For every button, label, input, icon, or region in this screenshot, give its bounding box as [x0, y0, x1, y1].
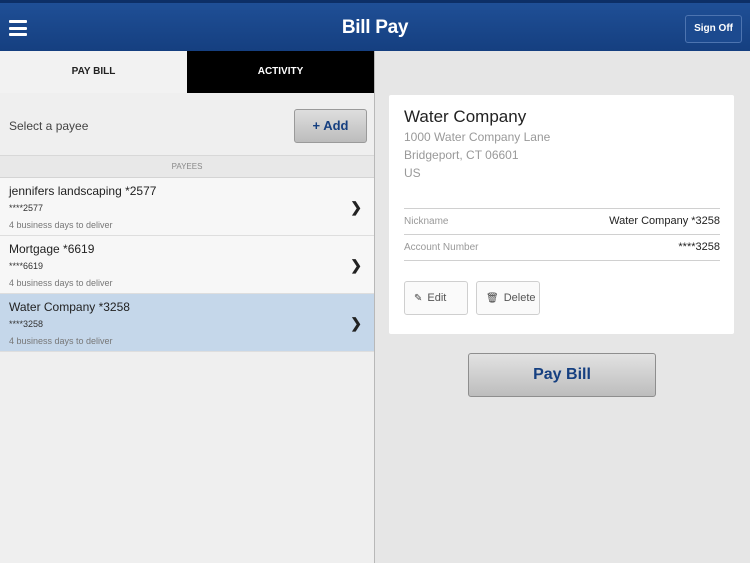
payee-account: ****2577 — [9, 203, 44, 213]
chevron-right-icon: ❯ — [350, 257, 362, 273]
payee-detail-panel: Water Company 1000 Water Company Lane Br… — [376, 51, 750, 563]
delete-label: Delete — [503, 292, 536, 304]
page-title: Bill Pay — [341, 17, 409, 38]
trash-icon: 🗑 — [486, 293, 499, 304]
select-payee-row: Select a payee + Add — [0, 93, 374, 156]
address-line-3: US — [404, 166, 421, 180]
app-header: Bill Pay Sign Off — [0, 0, 750, 51]
account-number-row: Account Number ****3258 — [404, 234, 720, 260]
add-payee-button[interactable]: + Add — [294, 109, 367, 143]
sign-off-button[interactable]: Sign Off — [685, 15, 742, 43]
payees-section-header: PAYEES — [0, 156, 374, 178]
tab-activity[interactable]: ACTIVITY — [187, 51, 374, 93]
payee-delivery: 4 business days to deliver — [9, 336, 113, 346]
payee-delivery: 4 business days to deliver — [9, 220, 113, 230]
payee-account: ****3258 — [9, 319, 44, 329]
chevron-right-icon: ❯ — [350, 315, 362, 331]
payee-detail-card: Water Company 1000 Water Company Lane Br… — [389, 95, 734, 334]
nickname-value: Water Company *3258 — [609, 215, 720, 227]
payee-row[interactable]: jennifers landscaping *2577 ****2577 4 b… — [0, 178, 374, 236]
pay-bill-button[interactable]: Pay Bill — [468, 353, 656, 397]
payee-row-selected[interactable]: Water Company *3258 ****3258 4 business … — [0, 294, 374, 352]
tab-pay-bill[interactable]: PAY BILL — [0, 51, 187, 93]
payee-account: ****6619 — [9, 261, 44, 271]
payee-panel: PAY BILL ACTIVITY Select a payee + Add P… — [0, 51, 375, 563]
payee-name: jennifers landscaping *2577 — [9, 184, 157, 198]
payee-name: Water Company *3258 — [9, 300, 130, 314]
payee-row[interactable]: Mortgage *6619 ****6619 4 business days … — [0, 236, 374, 294]
account-number-label: Account Number — [404, 242, 479, 253]
address-line-1: 1000 Water Company Lane — [404, 130, 551, 144]
account-number-value: ****3258 — [678, 241, 720, 253]
select-payee-label: Select a payee — [9, 119, 89, 133]
delete-button[interactable]: 🗑 Delete — [476, 281, 540, 315]
payee-detail-name: Water Company — [404, 107, 527, 126]
edit-label: Edit — [427, 292, 447, 304]
nickname-label: Nickname — [404, 216, 449, 227]
edit-button[interactable]: ✎ Edit — [404, 281, 468, 315]
address-line-2: Bridgeport, CT 06601 — [404, 148, 519, 162]
pencil-icon: ✎ — [414, 293, 423, 304]
payee-delivery: 4 business days to deliver — [9, 278, 113, 288]
payee-name: Mortgage *6619 — [9, 242, 95, 256]
chevron-right-icon: ❯ — [350, 199, 362, 215]
tab-bar: PAY BILL ACTIVITY — [0, 51, 374, 93]
nickname-row: Nickname Water Company *3258 — [404, 208, 720, 234]
divider — [404, 260, 720, 261]
